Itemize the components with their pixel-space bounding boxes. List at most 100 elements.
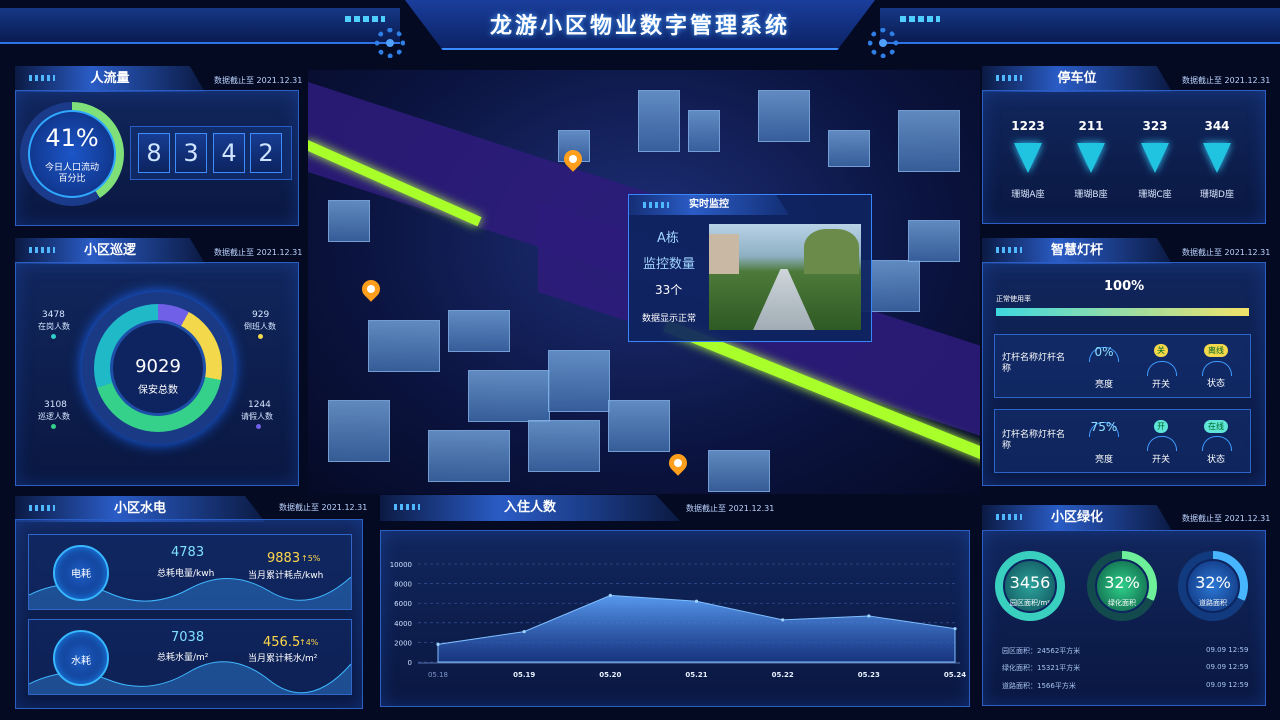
as-of-date: 数据截止至 2021.12.31 bbox=[214, 76, 303, 85]
x-tick-label: 05.24 bbox=[944, 671, 966, 679]
header-right-accent bbox=[900, 16, 940, 22]
green-stat-time: 09.09 12:59 bbox=[1206, 663, 1249, 671]
x-tick-label: 05.23 bbox=[858, 671, 880, 679]
water-total: 7038 bbox=[171, 630, 205, 645]
water-total-label: 总耗水量/m² bbox=[157, 653, 209, 663]
lamp-switch-label: 开关 bbox=[1152, 380, 1171, 390]
lamp-row[interactable]: 灯杆名称灯杆名称 0% 亮度 关 开关 离线 状态 bbox=[994, 334, 1251, 398]
green-stat-text: 道路面积：1566平方米 bbox=[1002, 682, 1076, 690]
stat-value: 3108 bbox=[44, 400, 67, 410]
panel-title: 入住人数 bbox=[380, 495, 680, 521]
stat-value: 3478 bbox=[42, 310, 65, 320]
parking-label: 珊瑚C座 bbox=[1138, 190, 1172, 200]
x-tick-label: 05.19 bbox=[513, 671, 535, 679]
data-point bbox=[608, 593, 612, 597]
x-tick-label: 05.18 bbox=[428, 671, 448, 679]
traffic-caption: 百分比 bbox=[58, 174, 86, 184]
green-ring-label: 园区面积/m² bbox=[1010, 599, 1050, 607]
data-point bbox=[781, 618, 785, 622]
lamp-status-badge: 在线 bbox=[1204, 420, 1228, 433]
lamp-switch-toggle[interactable]: 开 bbox=[1154, 420, 1168, 433]
counter-digit: 8 bbox=[138, 133, 170, 173]
green-stat-time: 09.09 12:59 bbox=[1206, 681, 1249, 689]
data-point bbox=[694, 599, 699, 603]
water-row: 水耗 7038 总耗水量/m² 456.5 ↑4% 当月累计耗水/m² bbox=[28, 619, 352, 695]
parking-value: 344 bbox=[1204, 119, 1230, 133]
stat-label: 巡逻人数 bbox=[38, 412, 70, 421]
power-icon-label: 电耗 bbox=[71, 569, 91, 580]
panel-title: 智慧灯杆 bbox=[982, 238, 1172, 264]
lamp-status-badge: 离线 bbox=[1204, 344, 1228, 357]
parking-crystal-icon bbox=[1141, 143, 1169, 173]
counter-digit: 4 bbox=[213, 133, 245, 173]
green-stat-text: 绿化面积：15321平方米 bbox=[1002, 664, 1081, 672]
live-monitor-panel[interactable]: 实时监控 A栋 监控数量 33个 数据显示正常 bbox=[628, 194, 872, 342]
occupancy-area-chart: 10000 8000 6000 4000 2000 0 05.18 05.19 05.20 05.… bbox=[390, 561, 966, 679]
counter-digit: 2 bbox=[250, 133, 282, 173]
location-pin-icon[interactable] bbox=[358, 276, 384, 302]
panel-title: 小区绿化 bbox=[982, 505, 1172, 531]
gear-icon bbox=[375, 28, 405, 58]
parking-label: 珊瑚D座 bbox=[1200, 190, 1234, 200]
panel-title: 实时监控 bbox=[629, 195, 789, 215]
stat-value: 929 bbox=[252, 310, 270, 320]
panel-title: 小区巡逻 bbox=[15, 238, 205, 264]
counter-digit: 3 bbox=[175, 133, 207, 173]
stat-value: 1244 bbox=[248, 400, 271, 410]
parking-crystal-icon bbox=[1014, 143, 1042, 173]
as-of-date: 数据截止至 2021.12.31 bbox=[214, 248, 303, 257]
occupancy-area bbox=[437, 594, 956, 663]
lamp-row[interactable]: 灯杆名称灯杆名称 75% 亮度 开 开关 在线 状态 bbox=[994, 409, 1251, 473]
data-point bbox=[867, 614, 871, 618]
traffic-percent: 41% bbox=[45, 124, 99, 152]
parking-crystal-icon bbox=[1203, 143, 1231, 173]
usage-value: 100% bbox=[1104, 279, 1145, 294]
water-trend: ↑4% bbox=[299, 638, 319, 647]
patrol-total: 9029 bbox=[135, 356, 181, 377]
power-trend: ↑5% bbox=[301, 554, 321, 563]
parking-label: 珊瑚A座 bbox=[1011, 190, 1045, 200]
lamp-brightness: 0% bbox=[1094, 345, 1114, 359]
green-ring-value: 3456 bbox=[1009, 573, 1051, 592]
green-ring-value: 32% bbox=[1195, 573, 1231, 592]
lamp-brightness-label: 亮度 bbox=[1095, 455, 1114, 465]
x-tick-label: 05.21 bbox=[685, 671, 707, 679]
lamp-brightness: 75% bbox=[1090, 420, 1118, 434]
x-tick-label: 05.22 bbox=[772, 671, 794, 679]
patrol-total-label: 保安总数 bbox=[138, 385, 178, 396]
header-left-accent bbox=[345, 16, 385, 22]
lamp-switch-toggle[interactable]: 关 bbox=[1154, 344, 1168, 357]
y-tick-label: 10000 bbox=[390, 561, 412, 569]
parking-label: 珊瑚B座 bbox=[1074, 190, 1108, 200]
stat-label: 请假人数 bbox=[241, 412, 273, 421]
panel-title: 小区水电 bbox=[15, 496, 265, 522]
location-pin-icon[interactable] bbox=[665, 450, 691, 476]
lamp-status-label: 状态 bbox=[1207, 379, 1226, 389]
data-point bbox=[522, 630, 526, 634]
monitor-count: 33个 bbox=[655, 283, 683, 297]
green-ring-label: 绿化面积 bbox=[1108, 599, 1136, 607]
y-tick-label: 6000 bbox=[394, 600, 412, 608]
parking-value: 211 bbox=[1078, 119, 1104, 133]
lamp-switch-label: 开关 bbox=[1152, 455, 1171, 465]
green-ring-value: 32% bbox=[1104, 573, 1140, 592]
as-of-date: 数据截止至 2021.12.31 bbox=[1182, 514, 1271, 523]
header-left-wing bbox=[0, 8, 400, 44]
as-of-date: 数据截止至 2021.12.31 bbox=[279, 503, 368, 512]
y-tick-label: 4000 bbox=[394, 620, 412, 628]
x-tick-label: 05.20 bbox=[599, 671, 621, 679]
power-current-label: 当月累计耗点/kwh bbox=[248, 571, 324, 581]
usage-label: 正常使用率 bbox=[996, 295, 1031, 303]
camera-feed[interactable] bbox=[709, 224, 861, 330]
building-label: A栋 bbox=[657, 231, 679, 246]
water-current-label: 当月累计耗水/m² bbox=[248, 654, 318, 664]
header-right-wing bbox=[880, 8, 1280, 44]
parking-crystal-icon bbox=[1077, 143, 1105, 173]
water-current: 456.5 bbox=[263, 635, 301, 650]
lamp-brightness-label: 亮度 bbox=[1095, 380, 1114, 390]
page-title: 龙游小区物业数字管理系统 bbox=[489, 14, 790, 39]
stat-label: 在岗人数 bbox=[38, 322, 70, 331]
data-point bbox=[436, 642, 440, 646]
monitor-count-label: 监控数量 bbox=[643, 257, 696, 272]
panel-title: 停车位 bbox=[982, 66, 1172, 92]
